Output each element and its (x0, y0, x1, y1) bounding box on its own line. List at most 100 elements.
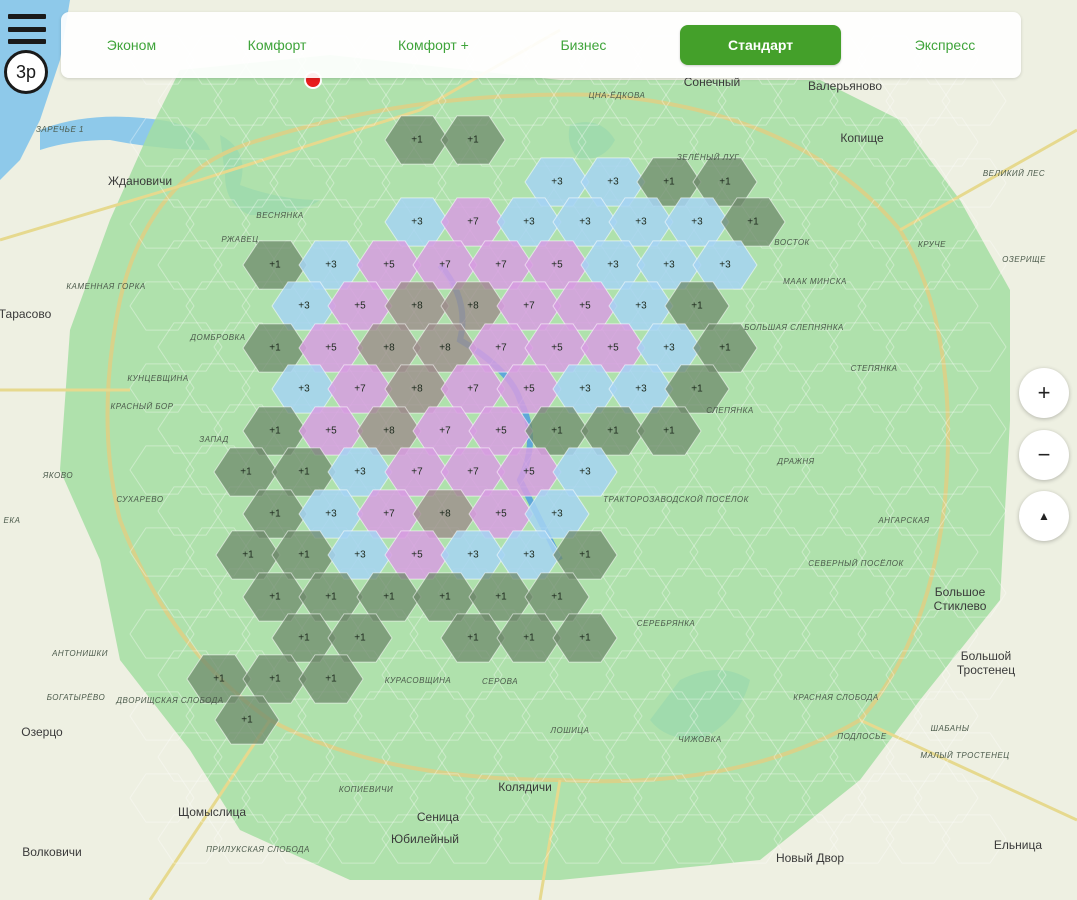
place-label: Новый Двор (776, 851, 844, 865)
surge-hex-label: +7 (439, 426, 451, 437)
surge-hex-label: +1 (298, 633, 310, 644)
place-label: СЛЕПЯНКА (706, 406, 753, 415)
tab-comfort[interactable]: Комфорт (230, 25, 325, 65)
zoom-out-button[interactable]: − (1019, 430, 1069, 480)
zoom-in-button[interactable]: + (1019, 368, 1069, 418)
compass-icon[interactable]: ▲ (1019, 491, 1069, 541)
place-label: ЧИЖОВКА (678, 735, 721, 744)
surge-hex-label: +5 (551, 343, 563, 354)
place-label: ПРИЛУКСКАЯ СЛОБОДА (206, 845, 310, 854)
surge-hex-label: +1 (240, 467, 252, 478)
tab-standard[interactable]: Стандарт (680, 25, 842, 65)
surge-hex-label: +1 (383, 592, 395, 603)
surge-map[interactable]: +1 +1 +3 +3 +1 +1 +3 +7 +3 +3 +3 +3 +1 +1 +3 +5 +7 +7 +5 +3… (0, 0, 1077, 900)
place-label: КУНЦЕВЩИНА (127, 374, 188, 383)
surge-hex-label: +7 (383, 509, 395, 520)
surge-hex-label: +1 (354, 633, 366, 644)
surge-hex-label: +7 (467, 467, 479, 478)
menu-bar (8, 14, 46, 19)
tab-express[interactable]: Экспресс (897, 25, 994, 65)
surge-hex-label: +3 (325, 260, 337, 271)
surge-hex-label: +1 (439, 592, 451, 603)
place-label: ШАБАНЫ (931, 724, 970, 733)
surge-hex-label: +1 (241, 715, 253, 726)
surge-hex-label: +8 (439, 343, 451, 354)
place-label: МАЛЫЙ ТРОСТЕНЕЦ (920, 751, 1009, 760)
menu-icon[interactable] (8, 14, 48, 44)
place-label: ВЕЛИКИЙ ЛЕС (983, 169, 1045, 178)
menu-bar (8, 26, 46, 32)
surge-hex-label: +3 (635, 217, 647, 228)
surge-hex-label: +5 (551, 260, 563, 271)
tariff-tabs: Эконом Комфорт Комфорт + Бизнес Стандарт… (61, 12, 1021, 78)
place-label: ЗЕЛЁНЫЙ ЛУГ (677, 153, 739, 162)
surge-hex-label: +3 (551, 509, 563, 520)
place-label: ДВОРИЩСКАЯ СЛОБОДА (115, 696, 223, 705)
place-label: СУХАРЕВО (116, 495, 163, 504)
place-label: ДОМБРОВКА (189, 333, 245, 342)
surge-hex-label: +5 (495, 509, 507, 520)
price-badge[interactable]: 3р (4, 50, 48, 94)
place-label: Колядичи (498, 780, 552, 794)
surge-hex-label: +1 (213, 674, 225, 685)
place-label: БОГАТЫРЁВО (47, 693, 106, 702)
place-label: БОЛЬШАЯ СЛЕПНЯНКА (744, 323, 844, 332)
place-label: СЕРЕБРЯНКА (637, 619, 696, 628)
place-label: АНГАРСКАЯ (877, 516, 929, 525)
surge-hex-label: +8 (411, 301, 423, 312)
place-label: ПОДЛОСЬЕ (837, 732, 887, 741)
surge-hex-label: +3 (551, 177, 563, 188)
place-label: РЖАВЕЦ (221, 235, 258, 244)
tab-business[interactable]: Бизнес (542, 25, 624, 65)
place-label: Юбилейный (391, 832, 459, 846)
place-label: Щомыслица (178, 805, 246, 819)
surge-hex-label: +1 (495, 592, 507, 603)
surge-hex-label: +3 (663, 260, 675, 271)
tab-comfort-plus[interactable]: Комфорт + (380, 25, 487, 65)
surge-hex-label: +3 (467, 550, 479, 561)
surge-hex-label: +1 (579, 550, 591, 561)
surge-hex-label: +5 (523, 467, 535, 478)
surge-hex-label: +8 (467, 301, 479, 312)
surge-hex-label: +5 (325, 343, 337, 354)
place-label: КОПИЕВИЧИ (339, 785, 393, 794)
surge-hex-label: +7 (467, 217, 479, 228)
surge-hex-label: +5 (383, 260, 395, 271)
place-label: ВЕСНЯНКА (256, 211, 304, 220)
surge-hex-label: +1 (411, 135, 423, 146)
surge-hex-label: +1 (269, 592, 281, 603)
surge-hex-label: +1 (242, 550, 254, 561)
surge-hex-label: +5 (495, 426, 507, 437)
surge-hex-label: +1 (298, 550, 310, 561)
surge-hex-label: +7 (354, 384, 366, 395)
place-label: Большое (935, 585, 986, 599)
place-label: ДРАЖНЯ (776, 457, 814, 466)
map-view[interactable]: +1 +1 +3 +3 +1 +1 +3 +7 +3 +3 +3 +3 +1 +1 +3 +5 +7 +7 +5 +3… (0, 0, 1077, 900)
place-label: ВОСТОК (774, 238, 810, 247)
surge-hex-label: +1 (269, 343, 281, 354)
place-label: КАМЕННАЯ ГОРКА (66, 282, 145, 291)
surge-hex-label: +3 (298, 384, 310, 395)
surge-hex-label: +5 (411, 550, 423, 561)
surge-hex-label: +3 (579, 384, 591, 395)
surge-hex-label: +1 (607, 426, 619, 437)
place-label: Ельница (994, 838, 1042, 852)
surge-hex-label: +1 (663, 177, 675, 188)
surge-hex-label: +8 (383, 426, 395, 437)
surge-hex-label: +1 (269, 260, 281, 271)
tab-econom[interactable]: Эконом (89, 25, 174, 65)
place-label: ЗАПАД (199, 435, 228, 444)
surge-hex-label: +5 (607, 343, 619, 354)
surge-hex-label: +3 (579, 467, 591, 478)
surge-hex-label: +5 (523, 384, 535, 395)
surge-hex-label: +3 (298, 301, 310, 312)
place-label: КУРАСОВЩИНА (385, 676, 451, 685)
surge-hex-label: +7 (467, 384, 479, 395)
surge-hex-label: +7 (439, 260, 451, 271)
surge-hex-label: +8 (439, 509, 451, 520)
place-label: Копище (840, 131, 884, 145)
surge-hex-label: +7 (411, 467, 423, 478)
surge-hex-label: +3 (579, 217, 591, 228)
place-label: КРАСНЫЙ БОР (111, 402, 174, 411)
surge-hex-label: +1 (269, 509, 281, 520)
